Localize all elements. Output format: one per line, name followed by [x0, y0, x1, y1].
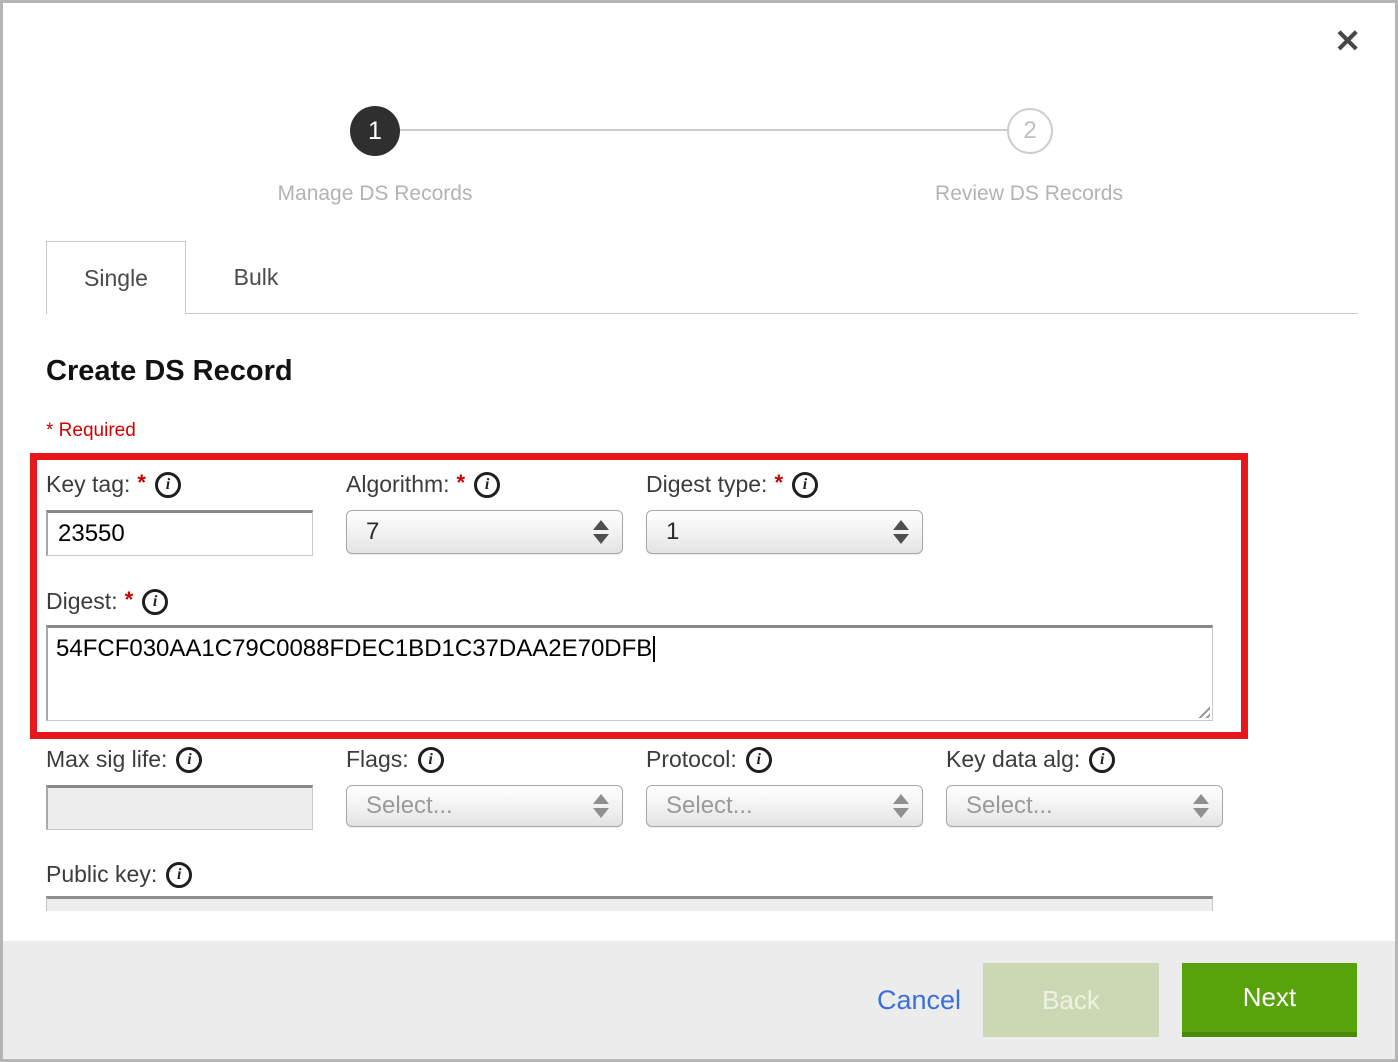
back-button[interactable]: Back: [983, 963, 1159, 1037]
protocol-select-value: Select...: [666, 792, 753, 820]
step-2-circle: 2: [1007, 108, 1053, 154]
digest-textarea[interactable]: 54FCF030AA1C79C0088FDEC1BD1C37DAA2E70DFB: [46, 625, 1213, 721]
algorithm-label-text: Algorithm:: [346, 471, 450, 498]
info-icon[interactable]: i: [792, 472, 818, 498]
info-icon[interactable]: i: [142, 589, 168, 615]
digest-type-select[interactable]: 1: [646, 510, 923, 554]
flags-select[interactable]: Select...: [346, 785, 623, 827]
step-1-label: Manage DS Records: [215, 182, 535, 206]
digest-type-select-value: 1: [666, 518, 679, 546]
required-note: * Required: [46, 420, 136, 442]
digest-value: 54FCF030AA1C79C0088FDEC1BD1C37DAA2E70DFB: [56, 635, 652, 662]
required-asterisk: *: [774, 470, 783, 496]
digest-type-label: Digest type: * i: [646, 471, 818, 498]
required-asterisk: *: [457, 470, 466, 496]
next-button[interactable]: Next: [1182, 963, 1357, 1037]
info-icon[interactable]: i: [474, 472, 500, 498]
step-1-circle: 1: [350, 106, 400, 156]
resize-handle-icon[interactable]: [1195, 703, 1210, 718]
stepper-connector-line: [399, 129, 1007, 131]
protocol-select[interactable]: Select...: [646, 785, 923, 827]
info-icon[interactable]: i: [176, 747, 202, 773]
flags-label-text: Flags:: [346, 746, 409, 773]
tab-single[interactable]: Single: [46, 241, 186, 314]
key-tag-label: Key tag: * i: [46, 471, 181, 498]
key-tag-label-text: Key tag:: [46, 471, 130, 498]
page-title: Create DS Record: [46, 355, 293, 388]
public-key-label-text: Public key:: [46, 861, 157, 888]
public-key-label: Public key: i: [46, 861, 192, 888]
key-data-alg-label-text: Key data alg:: [946, 746, 1080, 773]
digest-label: Digest: * i: [46, 588, 168, 615]
select-arrows-icon: [593, 794, 609, 818]
flags-label: Flags: i: [346, 746, 444, 773]
select-arrows-icon: [593, 520, 609, 544]
key-data-alg-select[interactable]: Select...: [946, 785, 1223, 827]
step-2-label: Review DS Records: [869, 182, 1189, 206]
info-icon[interactable]: i: [1089, 747, 1115, 773]
max-sig-life-label-text: Max sig life:: [46, 746, 167, 773]
required-asterisk: *: [125, 587, 134, 613]
select-arrows-icon: [893, 520, 909, 544]
digest-label-text: Digest:: [46, 588, 118, 615]
tab-bulk[interactable]: Bulk: [186, 241, 326, 313]
info-icon[interactable]: i: [746, 747, 772, 773]
algorithm-select-value: 7: [366, 518, 379, 546]
max-sig-life-label: Max sig life: i: [46, 746, 202, 773]
protocol-label: Protocol: i: [646, 746, 772, 773]
max-sig-life-input[interactable]: [46, 785, 313, 830]
digest-type-label-text: Digest type:: [646, 471, 767, 498]
info-icon[interactable]: i: [166, 862, 192, 888]
protocol-label-text: Protocol:: [646, 746, 737, 773]
key-data-alg-select-value: Select...: [966, 792, 1053, 820]
required-asterisk: *: [137, 470, 146, 496]
key-data-alg-label: Key data alg: i: [946, 746, 1115, 773]
algorithm-select[interactable]: 7: [346, 510, 623, 554]
select-arrows-icon: [893, 794, 909, 818]
close-icon[interactable]: ✕: [1334, 25, 1361, 57]
text-cursor: [653, 636, 655, 662]
public-key-textarea[interactable]: [46, 896, 1213, 911]
info-icon[interactable]: i: [418, 747, 444, 773]
info-icon[interactable]: i: [155, 472, 181, 498]
create-ds-record-dialog: ✕ 1 2 Manage DS Records Review DS Record…: [0, 0, 1398, 1062]
tabbar-divider: [46, 313, 1358, 314]
flags-select-value: Select...: [366, 792, 453, 820]
key-tag-input[interactable]: [46, 510, 313, 556]
algorithm-label: Algorithm: * i: [346, 471, 500, 498]
select-arrows-icon: [1193, 794, 1209, 818]
dialog-footer: Cancel Back Next: [3, 941, 1395, 1059]
cancel-button[interactable]: Cancel: [877, 985, 961, 1016]
